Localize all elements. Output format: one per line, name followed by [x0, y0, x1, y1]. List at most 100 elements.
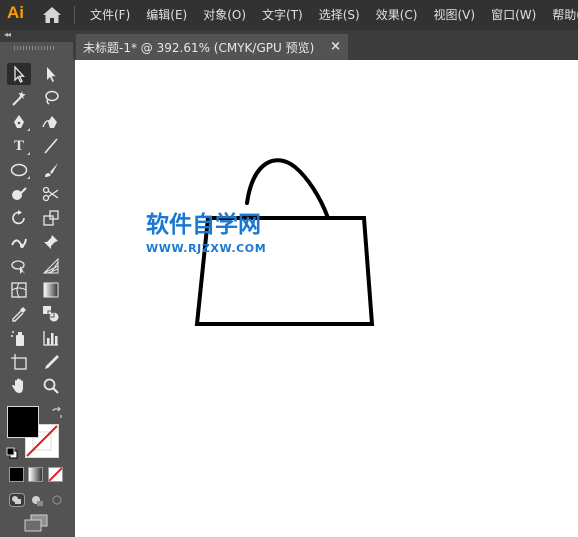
free-transform-tool[interactable]: [39, 231, 63, 253]
draw-behind-icon: [32, 496, 43, 506]
tool-group-indicator: [27, 176, 30, 179]
gradient-tool[interactable]: [39, 279, 63, 301]
pen-nib-icon: [14, 115, 24, 128]
tool-group-indicator: [27, 128, 30, 131]
menu-bar: Ai 文件(F) 编辑(E) 对象(O) 文字(T) 选择(S) 效果(C) 视…: [0, 0, 578, 30]
blend-tool[interactable]: [39, 303, 63, 325]
eyedropper-icon: [12, 307, 26, 322]
fill-color-swatch[interactable]: [7, 406, 39, 438]
mesh-icon: [11, 282, 27, 298]
slice-knife-icon: [45, 355, 59, 369]
direct-selection-arrow-icon: [47, 67, 56, 82]
menu-view[interactable]: 视图(V): [425, 0, 483, 30]
artboard-icon: [11, 354, 27, 370]
document-tab[interactable]: 未标题-1* @ 392.61% (CMYK/GPU 预览) ×: [76, 34, 348, 60]
slice-tool[interactable]: [39, 351, 63, 373]
menu-window[interactable]: 窗口(W): [483, 0, 544, 30]
document-tab-title: 未标题-1* @ 392.61% (CMYK/GPU 预览): [83, 40, 315, 55]
none-mode-button[interactable]: [48, 467, 63, 482]
lasso-icon: [45, 90, 59, 105]
draw-inside-button[interactable]: [48, 492, 66, 508]
scale-tool[interactable]: [39, 207, 63, 229]
paintbrush-tool[interactable]: [39, 159, 63, 181]
shaper-icon: [12, 187, 27, 200]
column-graph-icon: [43, 331, 58, 346]
menu-help[interactable]: 帮助(H): [544, 0, 578, 30]
line-segment-tool[interactable]: [39, 135, 63, 157]
menu-select[interactable]: 选择(S): [311, 0, 368, 30]
scissors-icon: [42, 186, 59, 202]
panel-grip[interactable]: [14, 46, 54, 50]
ellipse-tool[interactable]: [7, 159, 31, 181]
draw-normal-icon: [9, 493, 25, 507]
blend-icon: [43, 306, 59, 322]
rotate-icon: [12, 210, 25, 225]
tools-panel: ◂◂ T: [0, 30, 73, 537]
mesh-tool[interactable]: [7, 279, 31, 301]
menu-type[interactable]: 文字(T): [254, 0, 311, 30]
screen-mode-icon: [24, 514, 48, 532]
document-tab-bar: 未标题-1* @ 392.61% (CMYK/GPU 预览) ×: [73, 30, 578, 60]
warp-icon: [11, 238, 27, 248]
direct-selection-tool[interactable]: [39, 63, 63, 85]
watermark-url: WWW.RJZXW.COM: [146, 242, 267, 255]
line-segment-icon: [44, 138, 58, 154]
site-watermark: 软件自学网 WWW.RJZXW.COM: [146, 205, 266, 255]
symbol-sprayer-icon: [11, 331, 24, 346]
type-tool[interactable]: T: [7, 135, 31, 157]
puppet-warp-tool[interactable]: [7, 231, 31, 253]
type-t-icon: T: [13, 137, 24, 154]
selection-tool[interactable]: [7, 63, 31, 85]
artboard-tool[interactable]: [7, 351, 31, 373]
handbag-artwork[interactable]: [75, 60, 578, 537]
shape-builder-icon: [11, 260, 25, 274]
curvature-tool[interactable]: [39, 111, 63, 133]
magnifier-icon: [43, 378, 59, 394]
draw-behind-button[interactable]: [28, 492, 46, 508]
swap-fill-stroke-icon[interactable]: [51, 406, 63, 424]
rotate-tool[interactable]: [7, 207, 31, 229]
pushpin-icon: [44, 235, 58, 249]
eyedropper-tool[interactable]: [7, 303, 31, 325]
scale-icon: [43, 210, 59, 226]
tool-group-indicator: [27, 152, 30, 155]
illustrator-window: Ai 文件(F) 编辑(E) 对象(O) 文字(T) 选择(S) 效果(C) 视…: [0, 0, 578, 537]
artboard-canvas[interactable]: 软件自学网 WWW.RJZXW.COM: [75, 60, 578, 537]
menu-file[interactable]: 文件(F): [82, 0, 138, 30]
draw-normal-button[interactable]: [8, 492, 26, 508]
lasso-tool[interactable]: [39, 87, 63, 109]
paintbrush-icon: [45, 163, 58, 177]
collapse-panel-icon[interactable]: ◂◂: [4, 30, 11, 39]
home-icon[interactable]: [42, 6, 62, 24]
screen-mode-button[interactable]: [24, 514, 48, 537]
menu-object[interactable]: 对象(O): [195, 0, 254, 30]
tools-panel-header: ◂◂: [0, 30, 73, 42]
gradient-icon: [43, 282, 59, 298]
menu-items: 文件(F) 编辑(E) 对象(O) 文字(T) 选择(S) 效果(C) 视图(V…: [82, 0, 578, 30]
default-fill-stroke-icon[interactable]: [6, 446, 18, 464]
shape-builder-tool[interactable]: [7, 255, 31, 277]
magic-wand-icon: [12, 91, 26, 106]
menu-edit[interactable]: 编辑(E): [138, 0, 195, 30]
none-slash-icon: [48, 467, 63, 482]
scissors-tool[interactable]: [39, 183, 63, 205]
color-mode-button[interactable]: [9, 467, 24, 482]
hand-icon: [12, 378, 23, 393]
perspective-grid-tool[interactable]: [39, 255, 63, 277]
pen-tool[interactable]: [7, 111, 31, 133]
zoom-tool[interactable]: [39, 375, 63, 397]
app-logo: Ai: [7, 3, 24, 22]
watermark-title: 软件自学网: [146, 212, 261, 238]
menu-effect[interactable]: 效果(C): [368, 0, 426, 30]
curvature-pen-icon: [42, 116, 57, 128]
symbol-sprayer-tool[interactable]: [7, 327, 31, 349]
close-tab-icon[interactable]: ×: [330, 39, 341, 54]
shaper-tool[interactable]: [7, 183, 31, 205]
column-graph-tool[interactable]: [39, 327, 63, 349]
draw-inside-icon: [52, 495, 62, 505]
ellipse-icon: [10, 163, 28, 177]
magic-wand-tool[interactable]: [7, 87, 31, 109]
gradient-mode-button[interactable]: [28, 467, 43, 482]
hand-tool[interactable]: [7, 375, 31, 397]
perspective-grid-icon: [42, 257, 59, 274]
